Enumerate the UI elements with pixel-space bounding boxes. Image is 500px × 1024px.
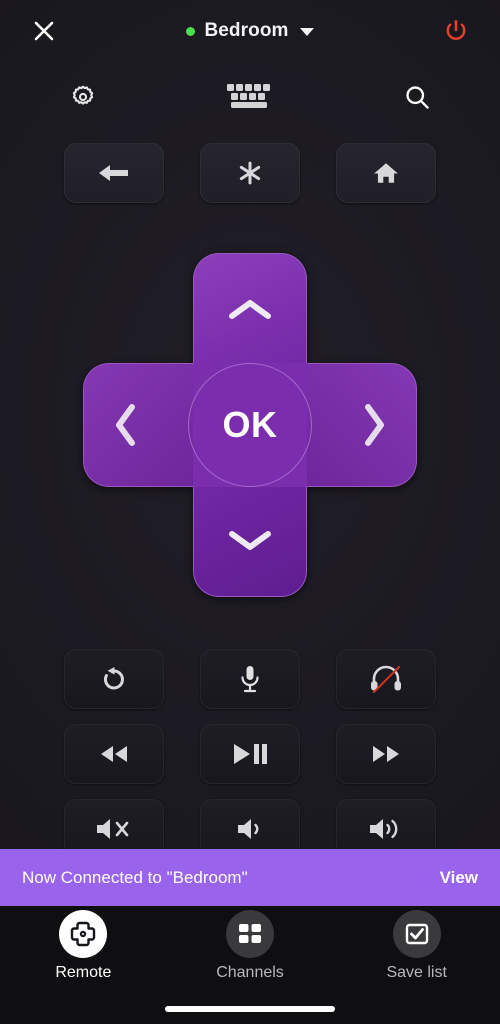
device-selector[interactable]: Bedroom (186, 20, 314, 42)
rewind-icon (101, 746, 127, 762)
device-name-label: Bedroom (204, 20, 289, 41)
arrow-left-icon (99, 165, 128, 181)
tab-channels-label: Channels (216, 964, 284, 981)
banner-view-button[interactable]: View (440, 868, 478, 888)
back-button[interactable] (64, 143, 164, 203)
replay-button[interactable] (64, 649, 164, 709)
close-button[interactable] (24, 11, 64, 51)
media-row-1 (0, 649, 500, 709)
keyboard-button[interactable] (167, 72, 334, 122)
roku-remote-screen: Bedroom OK Now Connected to "Bedroom" Vi… (0, 0, 500, 1024)
media-row-2 (0, 724, 500, 784)
banner-message: Now Connected to "Bedroom" (22, 867, 248, 887)
ok-button[interactable]: OK (188, 363, 312, 487)
tab-remote[interactable]: Remote (0, 910, 167, 982)
tab-channels-icon-circle (226, 910, 274, 958)
checkbox-icon (405, 923, 428, 945)
settings-button[interactable] (0, 72, 167, 122)
private-listening-button[interactable] (336, 649, 436, 709)
headphones-off-icon (371, 665, 401, 693)
replay-icon (103, 667, 124, 690)
tab-remote-icon-circle (59, 910, 108, 958)
connection-banner[interactable]: Now Connected to "Bedroom" View (0, 849, 500, 906)
fast-forward-icon (373, 746, 399, 762)
search-icon (406, 86, 429, 109)
microphone-icon (241, 666, 259, 693)
rewind-button[interactable] (64, 724, 164, 784)
voice-button[interactable] (200, 649, 300, 709)
volume-down-icon (238, 819, 259, 839)
keyboard-icon (227, 84, 270, 108)
gear-icon (73, 85, 94, 105)
nav-button-row (0, 143, 500, 203)
home-indicator (165, 1006, 335, 1012)
play-pause-button[interactable] (200, 724, 300, 784)
options-button[interactable] (200, 143, 300, 203)
power-button[interactable] (436, 11, 476, 51)
tab-save-list-icon-circle (392, 910, 441, 958)
dpad-icon (71, 921, 96, 947)
volume-mute-icon (97, 819, 129, 839)
tab-save-list-label: Save list (386, 964, 447, 981)
search-button[interactable] (333, 72, 500, 122)
grid-icon (239, 924, 261, 943)
play-pause-icon (234, 744, 267, 764)
power-icon (446, 19, 466, 40)
dpad-control: OK (83, 253, 417, 597)
chevron-down-icon (299, 28, 314, 36)
volume-up-icon (370, 819, 398, 839)
home-button[interactable] (336, 143, 436, 203)
bottom-tab-bar: Remote Channels Save list (0, 906, 500, 1024)
utility-icon-row (0, 72, 500, 122)
asterisk-icon (239, 161, 261, 185)
connection-status-dot (186, 26, 196, 36)
tab-save-list[interactable]: Save list (333, 910, 500, 982)
close-icon (34, 21, 54, 41)
home-icon (374, 163, 398, 183)
app-header: Bedroom (0, 0, 500, 62)
fast-forward-button[interactable] (336, 724, 436, 784)
tab-channels[interactable]: Channels (167, 910, 334, 982)
tab-remote-label: Remote (55, 964, 112, 981)
